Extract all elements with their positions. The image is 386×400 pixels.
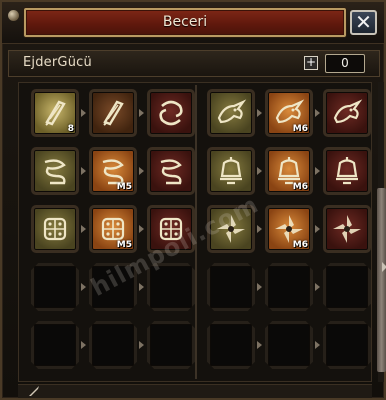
shuriken-icon: [333, 215, 361, 243]
slot-arrow-icon: [81, 109, 86, 117]
slot-arrow-icon: [81, 167, 86, 175]
empty-skill-slot[interactable]: [147, 321, 195, 369]
scrollbar-thumb[interactable]: [377, 188, 386, 372]
dragon-head-icon: [217, 99, 247, 124]
shuriken-icon: [217, 215, 245, 243]
skill-slot[interactable]: [31, 147, 79, 195]
slot-arrow-icon: [257, 283, 262, 291]
slot-arrow-icon: [315, 167, 320, 175]
empty-skill-slot[interactable]: [207, 321, 255, 369]
slot-arrow-icon: [139, 341, 144, 349]
skills-window: Beceri ✕ EjderGücü + 0 8 M6 M5 M6 M5 M6 hilmp…: [0, 0, 386, 400]
skill-slot[interactable]: [207, 89, 255, 137]
slot-arrow-icon: [315, 283, 320, 291]
skill-slot[interactable]: [147, 147, 195, 195]
skill-slot[interactable]: [31, 205, 79, 253]
empty-skill-slot[interactable]: [147, 263, 195, 311]
coiled-dragon-icon: [44, 159, 66, 185]
skill-slot[interactable]: [207, 205, 255, 253]
bell-totem-icon: [336, 157, 358, 185]
skill-slot[interactable]: [323, 205, 371, 253]
slot-arrow-icon: [315, 341, 320, 349]
empty-skill-slot[interactable]: [265, 321, 313, 369]
skill-slot[interactable]: M6: [265, 89, 313, 137]
ability-header: EjderGücü + 0: [8, 50, 380, 77]
skill-slot[interactable]: [323, 89, 371, 137]
skill-level-badge: 8: [67, 124, 74, 134]
slot-arrow-icon: [139, 167, 144, 175]
skill-slot[interactable]: M6: [265, 205, 313, 253]
title-bar[interactable]: Beceri ✕: [2, 2, 384, 44]
quill-icon: [29, 386, 39, 396]
close-button[interactable]: ✕: [350, 10, 377, 35]
slot-arrow-icon: [257, 341, 262, 349]
coiled-dragon-icon: [160, 159, 182, 185]
skill-grid-panel: 8 M6 M5 M6 M5 M6: [18, 82, 372, 382]
empty-skill-slot[interactable]: [265, 263, 313, 311]
slot-arrow-icon: [81, 225, 86, 233]
skill-slot[interactable]: [147, 89, 195, 137]
skill-slot[interactable]: [147, 205, 195, 253]
skill-level-badge: M5: [116, 240, 132, 250]
slot-arrow-icon: [81, 283, 86, 291]
swirl-glyph-icon: [159, 100, 183, 126]
empty-skill-slot[interactable]: [207, 263, 255, 311]
empty-skill-slot[interactable]: [31, 321, 79, 369]
slot-arrow-icon: [315, 225, 320, 233]
slot-arrow-icon: [81, 341, 86, 349]
window-title: Beceri: [24, 8, 346, 37]
skill-level-badge: M6: [292, 124, 308, 134]
skill-level-badge: M5: [116, 182, 132, 192]
scroll-arrow-icon: [382, 262, 386, 272]
ability-name: EjderGücü: [23, 55, 92, 70]
skill-level-badge: M6: [292, 182, 308, 192]
skill-slot[interactable]: [207, 147, 255, 195]
slot-arrow-icon: [139, 283, 144, 291]
bottom-bar: [18, 384, 372, 398]
empty-skill-slot[interactable]: [323, 321, 371, 369]
skill-slot[interactable]: 8: [31, 89, 79, 137]
empty-skill-slot[interactable]: [31, 263, 79, 311]
slot-arrow-icon: [257, 167, 262, 175]
slot-arrow-icon: [139, 225, 144, 233]
empty-skill-slot[interactable]: [89, 263, 137, 311]
shield-grid-icon: [159, 217, 183, 241]
slot-arrow-icon: [257, 109, 262, 117]
slot-arrow-icon: [139, 109, 144, 117]
panel-divider: [195, 85, 197, 379]
skill-slot[interactable]: M6: [265, 147, 313, 195]
slot-arrow-icon: [257, 225, 262, 233]
dragon-head-icon: [333, 99, 363, 124]
slot-arrow-icon: [315, 109, 320, 117]
skill-slot[interactable]: M5: [89, 147, 137, 195]
skill-points-value: 0: [325, 54, 365, 73]
skill-slot[interactable]: M5: [89, 205, 137, 253]
empty-skill-slot[interactable]: [89, 321, 137, 369]
shield-grid-icon: [43, 217, 67, 241]
skill-slot[interactable]: [323, 147, 371, 195]
empty-skill-slot[interactable]: [323, 263, 371, 311]
bell-totem-icon: [220, 157, 242, 185]
scroll-quill-icon: [103, 100, 124, 126]
window-orb-icon: [8, 10, 19, 21]
skill-level-badge: M6: [292, 240, 308, 250]
add-point-button[interactable]: +: [304, 56, 318, 70]
skill-slot[interactable]: [89, 89, 137, 137]
